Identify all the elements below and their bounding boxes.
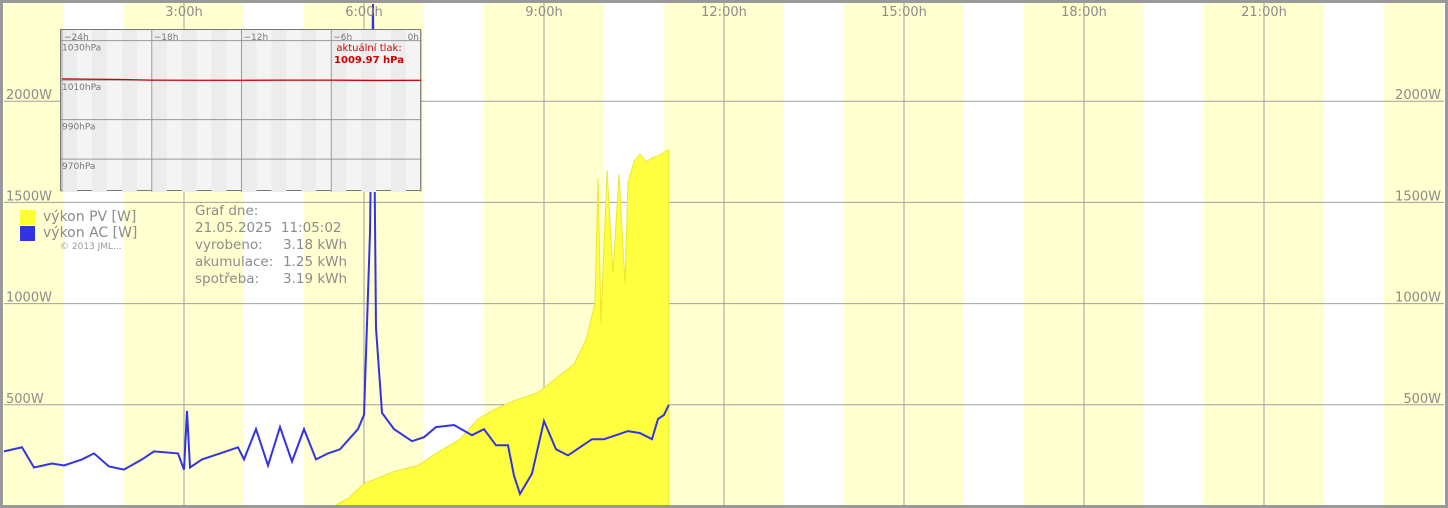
legend-label-pv: výkon PV [W] xyxy=(43,209,137,225)
hour-band xyxy=(904,0,964,506)
inset-hour-band xyxy=(241,30,257,192)
info-value: 3.18 kWh xyxy=(283,237,348,253)
inset-hour-band xyxy=(211,30,227,192)
info-label: akumulace: xyxy=(195,254,274,270)
y-tick-label-right: 2000W xyxy=(1395,88,1441,103)
hour-band xyxy=(4,0,64,506)
inset-hour-band xyxy=(271,30,287,192)
hour-band xyxy=(1384,0,1444,506)
info-row: vyrobeno: 3.18 kWh xyxy=(195,237,347,254)
info-value: 3.19 kWh xyxy=(283,271,348,287)
hour-band xyxy=(1084,0,1144,506)
hour-band xyxy=(1204,0,1264,506)
info-row: spotřeba: 3.19 kWh xyxy=(195,271,347,288)
legend-label-ac: výkon AC [W] xyxy=(43,225,138,241)
inset-x-tick-label: −6h xyxy=(333,33,352,43)
x-tick-label: 6:00h xyxy=(345,5,382,20)
hour-band xyxy=(664,0,724,506)
info-datetime: 21.05.2025 11:05:02 xyxy=(195,220,342,236)
info-label: spotřeba: xyxy=(195,271,260,287)
inset-hour-band xyxy=(151,30,167,192)
y-tick-label-left: 1000W xyxy=(6,291,52,306)
current-pressure: aktuální tlak: 1009.97 hPa xyxy=(334,43,404,67)
legend-swatch-ac xyxy=(20,225,35,241)
legend: výkon PV [W] výkon AC [W] © 2013 JML... xyxy=(20,209,137,252)
hour-band xyxy=(724,0,784,506)
legend-swatch-pv xyxy=(20,209,35,225)
x-tick-label: 18:00h xyxy=(1061,5,1107,20)
hour-band xyxy=(784,0,844,506)
inset-y-tick-label: 990hPa xyxy=(62,123,95,133)
inset-hour-band xyxy=(121,30,137,192)
inset-y-tick-label: 970hPa xyxy=(62,162,95,172)
inset-y-tick-label: 1010hPa xyxy=(62,83,101,93)
x-tick-label: 3:00h xyxy=(165,5,202,20)
y-tick-label-left: 500W xyxy=(6,392,44,407)
y-tick-label-right: 500W xyxy=(1403,392,1441,407)
info-row: akumulace: 1.25 kWh xyxy=(195,254,347,271)
inset-x-tick-label: 0h xyxy=(408,33,419,43)
hour-band xyxy=(1144,0,1204,506)
copyright: © 2013 JML... xyxy=(60,242,122,252)
legend-item-pv: výkon PV [W] xyxy=(20,209,137,225)
hour-band xyxy=(1324,0,1384,506)
y-tick-label-right: 1000W xyxy=(1395,291,1441,306)
hour-band xyxy=(964,0,1024,506)
inset-hour-band xyxy=(181,30,197,192)
inset-y-tick-label: 1030hPa xyxy=(62,44,101,54)
y-tick-label-right: 1500W xyxy=(1395,189,1441,204)
inset-x-tick-label: −18h xyxy=(154,33,179,43)
y-tick-label-left: 2000W xyxy=(6,88,52,103)
hour-band xyxy=(1024,0,1084,506)
pressure-inset: −24h −18h −12h −6h 0h 1030hPa 1010hPa 990hPa 970… xyxy=(60,29,422,192)
info-value: 1.25 kWh xyxy=(283,254,348,270)
inset-x-tick-label: −24h xyxy=(64,33,89,43)
x-tick-label: 21:00h xyxy=(1241,5,1287,20)
inset-hour-band xyxy=(301,30,317,192)
x-tick-label: 9:00h xyxy=(525,5,562,20)
current-pressure-label: aktuální tlak: xyxy=(336,43,402,54)
hour-band xyxy=(1264,0,1324,506)
hour-band xyxy=(844,0,904,506)
x-tick-label: 15:00h xyxy=(881,5,927,20)
info-title: Graf dne: xyxy=(195,203,259,219)
info-label: vyrobeno: xyxy=(195,237,263,253)
info-box: Graf dne: 21.05.2025 11:05:02 vyrobeno: … xyxy=(195,203,347,288)
inset-x-tick-label: −12h xyxy=(244,33,269,43)
legend-item-ac: výkon AC [W] xyxy=(20,225,137,241)
y-tick-label-left: 1500W xyxy=(6,189,52,204)
x-tick-label: 12:00h xyxy=(701,5,747,20)
current-pressure-value: 1009.97 hPa xyxy=(334,55,404,66)
